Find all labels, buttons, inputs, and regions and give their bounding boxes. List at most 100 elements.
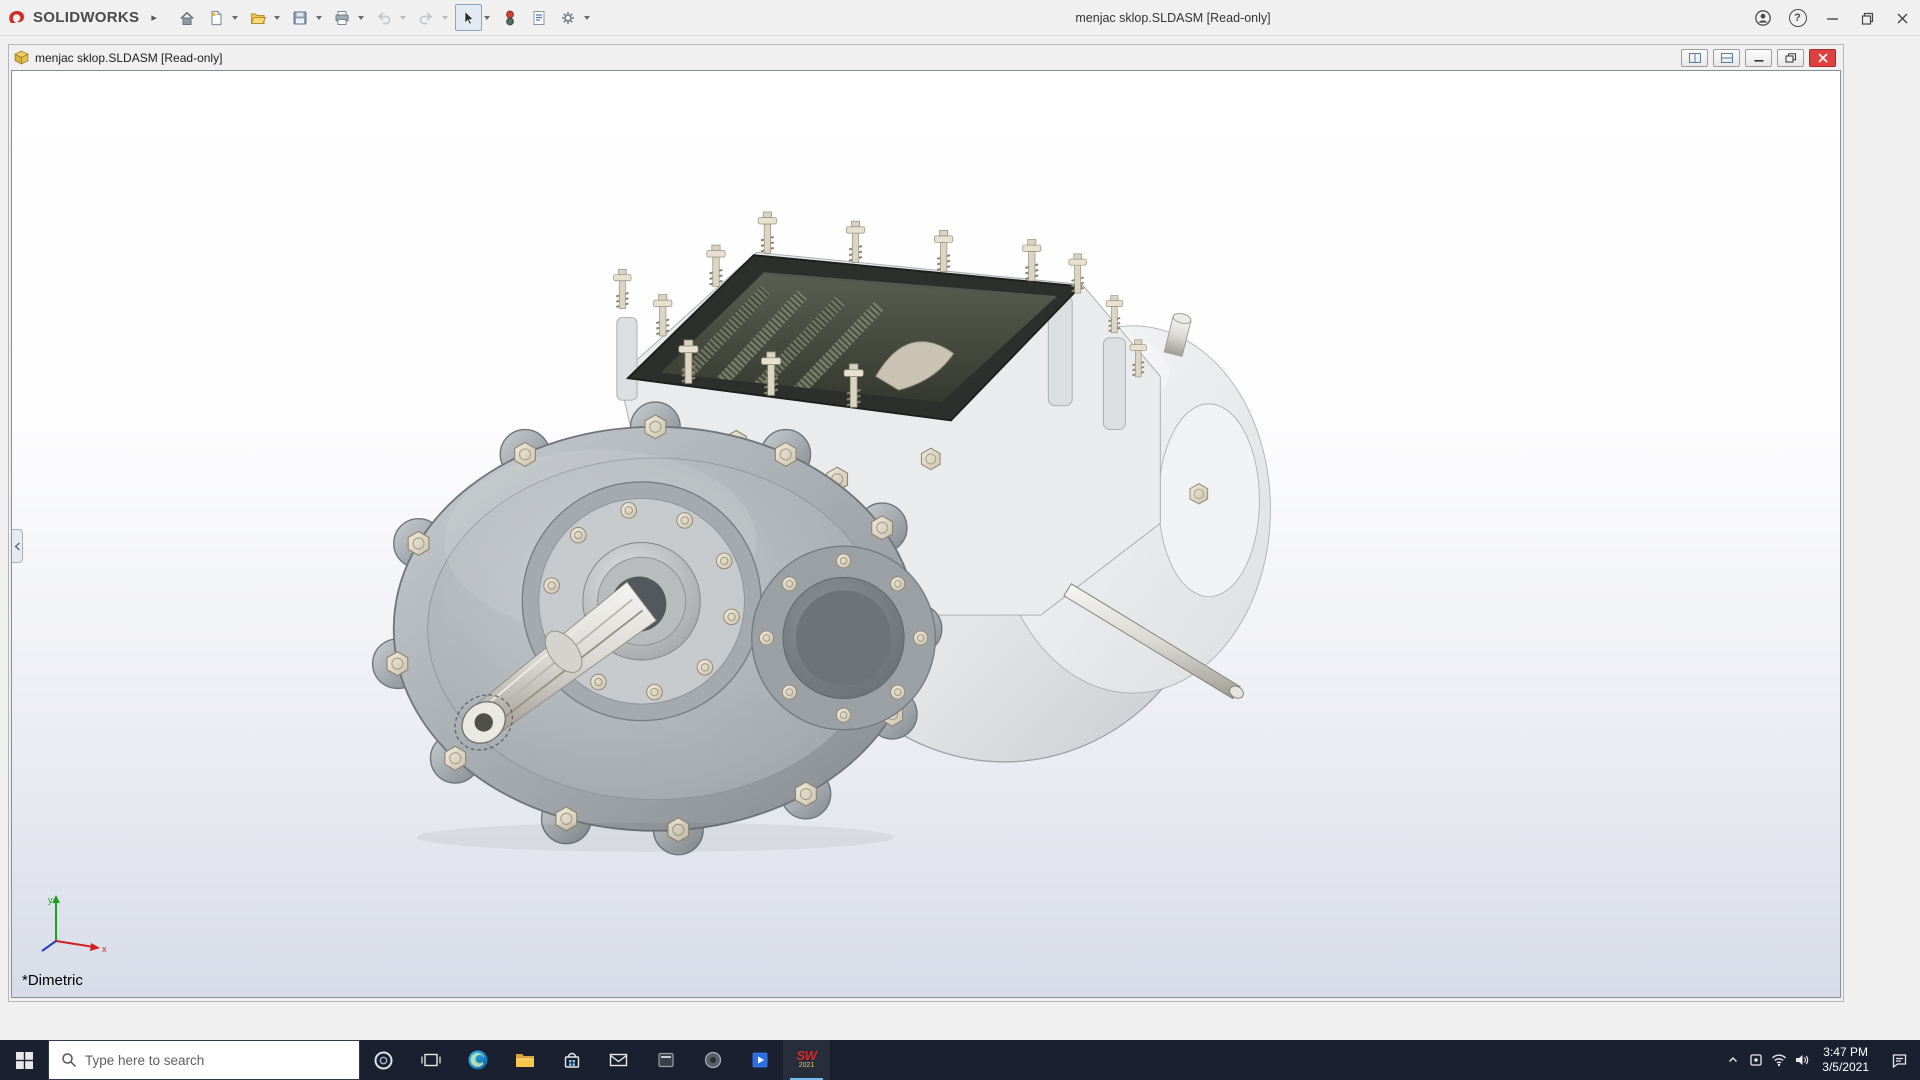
solidworks-version-badge: 2021 — [798, 1062, 815, 1069]
taskbar-search[interactable] — [48, 1040, 360, 1080]
mail-button[interactable] — [595, 1040, 642, 1080]
solidworks-taskbar-button[interactable]: SW 2021 — [783, 1040, 830, 1080]
mail-icon — [609, 1053, 628, 1067]
tile-horizontal-icon — [1688, 52, 1701, 63]
rebuild-stoplight-icon — [506, 10, 515, 25]
gear-icon — [562, 11, 575, 24]
clock-time: 3:47 PM — [1823, 1045, 1868, 1059]
edge-icon — [468, 1050, 487, 1070]
file-explorer-button[interactable] — [501, 1040, 548, 1080]
redo-button[interactable] — [413, 4, 440, 31]
start-button[interactable] — [0, 1040, 48, 1080]
chevron-left-icon — [14, 542, 20, 550]
print-button[interactable] — [329, 4, 356, 31]
triad-x-label: x — [102, 944, 107, 954]
redo-icon — [419, 11, 433, 24]
home-icon — [180, 11, 195, 25]
app-close-button[interactable] — [1885, 0, 1920, 36]
task-view-button[interactable] — [407, 1040, 454, 1080]
store-button[interactable] — [548, 1040, 595, 1080]
graphics-viewport[interactable]: y x *Dimetric — [11, 70, 1841, 998]
select-tool-button[interactable] — [454, 4, 482, 31]
movies-app-button[interactable] — [736, 1040, 783, 1080]
store-icon — [564, 1052, 579, 1068]
rebuild-button[interactable] — [497, 4, 524, 31]
orientation-triad[interactable]: y x — [36, 891, 110, 959]
dassault-3ds-logo-icon — [9, 10, 24, 23]
print-icon — [335, 10, 349, 25]
side-cover-boss[interactable] — [751, 545, 937, 731]
file-properties-icon — [533, 10, 545, 25]
gearbox-3d-model[interactable] — [12, 71, 1840, 997]
account-button[interactable] — [1745, 0, 1780, 36]
doc-minimize-button[interactable] — [1745, 48, 1772, 67]
edge-button[interactable] — [454, 1040, 501, 1080]
speaker-icon — [1795, 1055, 1809, 1065]
brand-name: SOLIDWORKS — [33, 9, 140, 26]
system-tray: 3:47 PM 3/5/2021 — [1721, 1040, 1920, 1080]
save-button[interactable] — [287, 4, 314, 31]
app-titlebar: SOLIDWORKS ▸ menjac sklop.SLDASM [Read-o… — [0, 0, 1920, 36]
clock-date: 3/5/2021 — [1822, 1060, 1869, 1074]
open-button[interactable] — [245, 4, 272, 31]
new-document-button[interactable] — [203, 4, 230, 31]
action-center-icon — [1892, 1053, 1906, 1068]
pinned-app-window-button[interactable] — [642, 1040, 689, 1080]
tray-app-icon — [1750, 1054, 1762, 1066]
movies-icon — [752, 1052, 767, 1068]
tray-app-button[interactable] — [1744, 1040, 1767, 1080]
new-document-icon — [211, 10, 222, 25]
account-icon — [1754, 10, 1771, 26]
redo-dropdown[interactable] — [441, 15, 448, 20]
search-input[interactable] — [85, 1052, 325, 1068]
save-dropdown[interactable] — [315, 15, 322, 20]
network-button[interactable] — [1767, 1040, 1790, 1080]
file-properties-button[interactable] — [526, 4, 553, 31]
taskbar-clock[interactable]: 3:47 PM 3/5/2021 — [1813, 1045, 1878, 1075]
home-button[interactable] — [174, 4, 201, 31]
doc-minimize-icon — [1754, 59, 1763, 62]
print-dropdown[interactable] — [357, 15, 364, 20]
open-dropdown[interactable] — [273, 15, 280, 20]
featuremanager-collapsed-tab[interactable] — [12, 529, 23, 563]
solidworks-logo: SOLIDWORKS — [0, 9, 147, 27]
doc-restore-button[interactable] — [1777, 48, 1804, 67]
windows-logo-icon — [15, 1051, 33, 1069]
save-icon — [293, 11, 307, 24]
windows-taskbar: SW 2021 3:47 PM — [0, 1040, 1920, 1080]
volume-button[interactable] — [1790, 1040, 1813, 1080]
undo-dropdown[interactable] — [399, 15, 406, 20]
action-center-button[interactable] — [1878, 1052, 1920, 1069]
cortana-button[interactable] — [360, 1040, 407, 1080]
app-restore-button[interactable] — [1850, 0, 1885, 36]
task-view-icon — [420, 1053, 441, 1067]
undo-button[interactable] — [371, 4, 398, 31]
doc-close-button[interactable] — [1809, 48, 1836, 67]
chevron-up-icon — [1728, 1057, 1737, 1062]
doc-tile-horizontal-button[interactable] — [1681, 48, 1708, 67]
toolbar-expand-arrow[interactable]: ▸ — [151, 11, 157, 24]
hidden-icons-button[interactable] — [1721, 1040, 1744, 1080]
document-window: menjac sklop.SLDASM [Read-only] y x *Dim… — [8, 44, 1844, 1002]
new-document-dropdown[interactable] — [231, 15, 238, 20]
file-explorer-icon — [515, 1054, 534, 1067]
app-window-title: menjac sklop.SLDASM [Read-only] — [1075, 11, 1271, 25]
app-window-icon — [657, 1052, 674, 1068]
restore-icon — [1861, 12, 1874, 25]
undo-icon — [378, 11, 391, 24]
options-dropdown[interactable] — [583, 15, 590, 20]
close-icon — [1897, 13, 1908, 23]
view-orientation-label: *Dimetric — [22, 972, 83, 989]
select-dropdown[interactable] — [483, 15, 490, 20]
doc-tile-vertical-button[interactable] — [1713, 48, 1740, 67]
desktop: { "app": { "brand_name": "SOLIDWORKS", "… — [0, 0, 1920, 1080]
pinned-app-circle-button[interactable] — [689, 1040, 736, 1080]
assembly-cube-icon — [14, 50, 29, 65]
help-icon: ? — [1788, 9, 1807, 27]
app-minimize-button[interactable] — [1815, 0, 1850, 36]
help-button[interactable]: ? — [1780, 0, 1815, 36]
document-titlebar[interactable]: menjac sklop.SLDASM [Read-only] — [9, 45, 1843, 70]
options-button[interactable] — [555, 4, 582, 31]
app-circle-icon — [704, 1051, 721, 1069]
document-title: menjac sklop.SLDASM [Read-only] — [35, 50, 223, 65]
